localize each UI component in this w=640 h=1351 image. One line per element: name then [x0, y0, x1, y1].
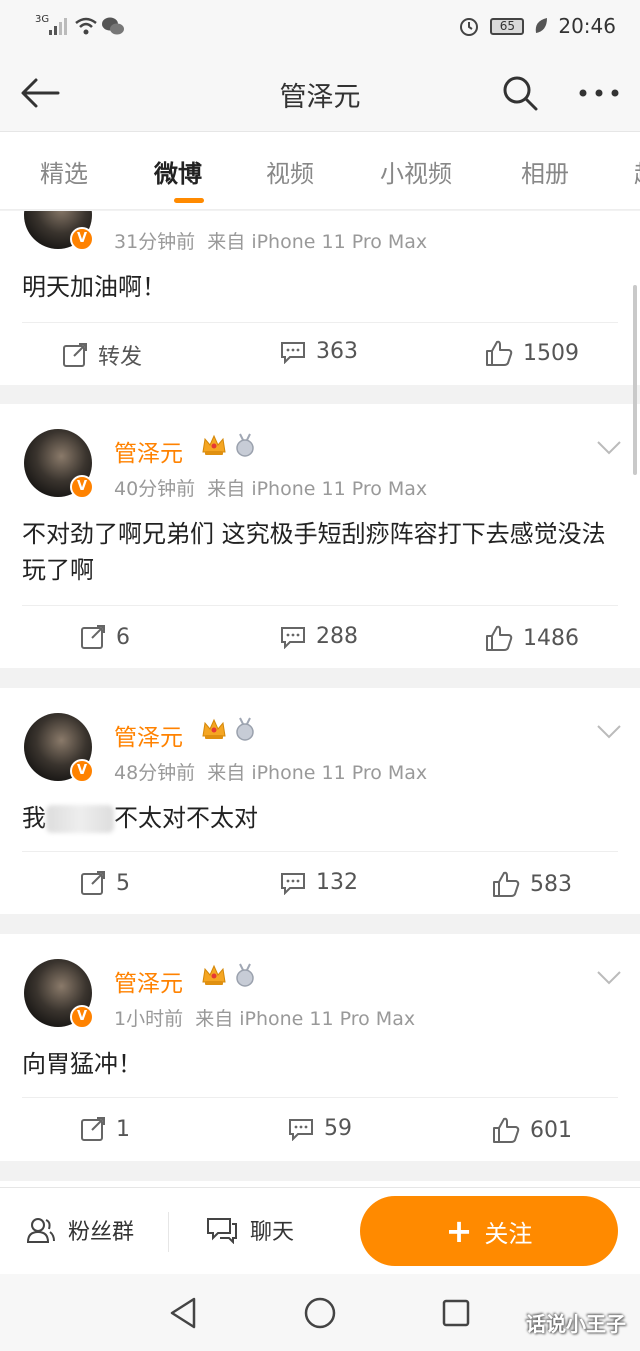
post-content: 向胃猛冲！: [22, 1050, 142, 1078]
chat-icon: [207, 1218, 237, 1244]
crown-icon: [202, 718, 226, 739]
group-icon: [26, 1218, 55, 1243]
repost-button[interactable]: 1: [80, 1116, 130, 1142]
divider: [22, 1097, 618, 1098]
like-button[interactable]: 583: [492, 870, 572, 898]
post-meta: 31分钟前 来自 iPhone 11 Pro Max: [114, 231, 428, 253]
profile-tabs: 精选 微博 视频 小视频 相册 超: [0, 132, 640, 210]
watermark: 话说小王子: [526, 1312, 626, 1336]
tab-weibo[interactable]: 微博: [154, 154, 202, 189]
page-title: 管泽元: [279, 82, 361, 113]
like-button[interactable]: 601: [492, 1116, 572, 1144]
thumbs-up-icon: [486, 340, 513, 366]
active-tab-indicator: [174, 198, 204, 203]
verified-badge-icon: V: [70, 1005, 94, 1029]
search-icon[interactable]: [500, 73, 540, 113]
post-content: 不对劲了啊兄弟们 这究极手短刮痧阵容打下去感觉没法玩了啊: [22, 520, 606, 584]
plus-icon: +: [445, 1212, 473, 1250]
wifi-icon: [75, 17, 97, 35]
chevron-down-icon[interactable]: [596, 724, 622, 740]
leaf-icon: [536, 18, 548, 33]
comment-icon: [289, 1118, 313, 1141]
crown-icon: [202, 434, 226, 455]
repost-button[interactable]: 6: [80, 624, 130, 650]
tab-album[interactable]: 相册: [521, 154, 569, 189]
chat-button[interactable]: 聊天: [206, 1214, 294, 1246]
medal-icon: [236, 717, 254, 741]
repost-icon: [81, 625, 105, 649]
comment-icon: [281, 872, 305, 895]
verified-badge-icon: V: [70, 759, 94, 783]
comment-icon: [281, 341, 305, 364]
status-right: 65 20:46: [458, 14, 616, 38]
avatar[interactable]: V: [24, 959, 94, 1029]
thumbs-up-icon: [493, 871, 520, 897]
more-icon[interactable]: [576, 75, 622, 111]
nav-bar: 管泽元: [0, 55, 640, 132]
divider: [22, 605, 618, 606]
comment-button[interactable]: 132: [280, 870, 358, 895]
divider: [168, 1212, 169, 1252]
user-name[interactable]: 管泽元: [114, 964, 183, 998]
post-meta: 40分钟前 来自 iPhone 11 Pro Max: [114, 478, 428, 500]
repost-icon: [81, 1117, 105, 1141]
bottom-action-bar: 粉丝群 聊天 + 关注: [0, 1187, 640, 1274]
user-name[interactable]: 管泽元: [114, 718, 183, 752]
chevron-down-icon[interactable]: [596, 440, 622, 456]
avatar[interactable]: V: [24, 211, 94, 251]
fans-group-button[interactable]: 粉丝群: [26, 1214, 134, 1246]
status-bar: 3G 65 20:46: [0, 0, 640, 55]
wechat-icon: [102, 17, 124, 35]
post-card[interactable]: V 管泽元 40分钟前 来自 iPhone 11 Pro Max 不对劲了啊兄弟…: [0, 404, 640, 668]
divider: [22, 851, 618, 852]
network-indicator: 3G: [35, 14, 50, 25]
like-button[interactable]: 1486: [485, 624, 579, 652]
nav-back-icon[interactable]: [168, 1296, 198, 1330]
comment-button[interactable]: 363: [280, 339, 358, 364]
nav-recents-icon[interactable]: [441, 1298, 471, 1328]
comment-button[interactable]: 288: [280, 624, 358, 649]
user-name[interactable]: 管泽元: [114, 434, 183, 468]
thumbs-up-icon: [493, 1117, 520, 1143]
post-card[interactable]: V 管泽元 1小时前 来自 iPhone 11 Pro Max 向胃猛冲！ 1 …: [0, 934, 640, 1161]
post-card[interactable]: V 31分钟前 来自 iPhone 11 Pro Max 明天加油啊！ 转发 3…: [0, 211, 640, 385]
battery-indicator: 65: [490, 17, 525, 35]
tab-video[interactable]: 视频: [266, 154, 314, 189]
nav-home-icon[interactable]: [303, 1296, 337, 1330]
follow-button[interactable]: + 关注: [360, 1196, 618, 1266]
repost-icon: [81, 871, 105, 895]
signal-icon: [49, 18, 67, 35]
clock: 20:46: [558, 14, 616, 38]
verified-badge-icon: V: [70, 227, 94, 251]
crown-icon: [202, 964, 226, 985]
repost-icon: [63, 343, 87, 367]
system-nav-bar: 话说小王子: [0, 1274, 640, 1351]
medal-icon: [236, 963, 254, 987]
comment-icon: [281, 626, 305, 649]
thumbs-up-icon: [486, 625, 513, 651]
avatar[interactable]: V: [24, 429, 94, 499]
post-meta: 48分钟前 来自 iPhone 11 Pro Max: [114, 762, 428, 784]
divider: [22, 322, 618, 323]
post-meta: 1小时前 来自 iPhone 11 Pro Max: [114, 1008, 416, 1030]
tab-short-video[interactable]: 小视频: [380, 154, 452, 189]
like-button[interactable]: 1509: [485, 339, 579, 367]
avatar[interactable]: V: [24, 713, 94, 783]
medal-icon: [236, 433, 254, 457]
post-card[interactable]: V 管泽元 48分钟前 来自 iPhone 11 Pro Max 我不太对不太对…: [0, 688, 640, 914]
post-feed[interactable]: V 31分钟前 来自 iPhone 11 Pro Max 明天加油啊！ 转发 3…: [0, 211, 640, 1187]
verified-badge-icon: V: [70, 475, 94, 499]
blurred-region: [46, 805, 114, 833]
tab-super-topic[interactable]: 超: [634, 154, 640, 189]
post-content: 明天加油啊！: [22, 273, 166, 301]
post-content: 我不太对不太对: [22, 804, 258, 833]
comment-button[interactable]: 59: [288, 1116, 352, 1141]
repost-button[interactable]: 5: [80, 870, 130, 896]
alarm-icon: [460, 18, 479, 36]
chevron-down-icon[interactable]: [596, 970, 622, 986]
tab-featured[interactable]: 精选: [40, 154, 88, 189]
repost-button[interactable]: 转发: [62, 339, 142, 371]
scrollbar[interactable]: [633, 285, 637, 475]
